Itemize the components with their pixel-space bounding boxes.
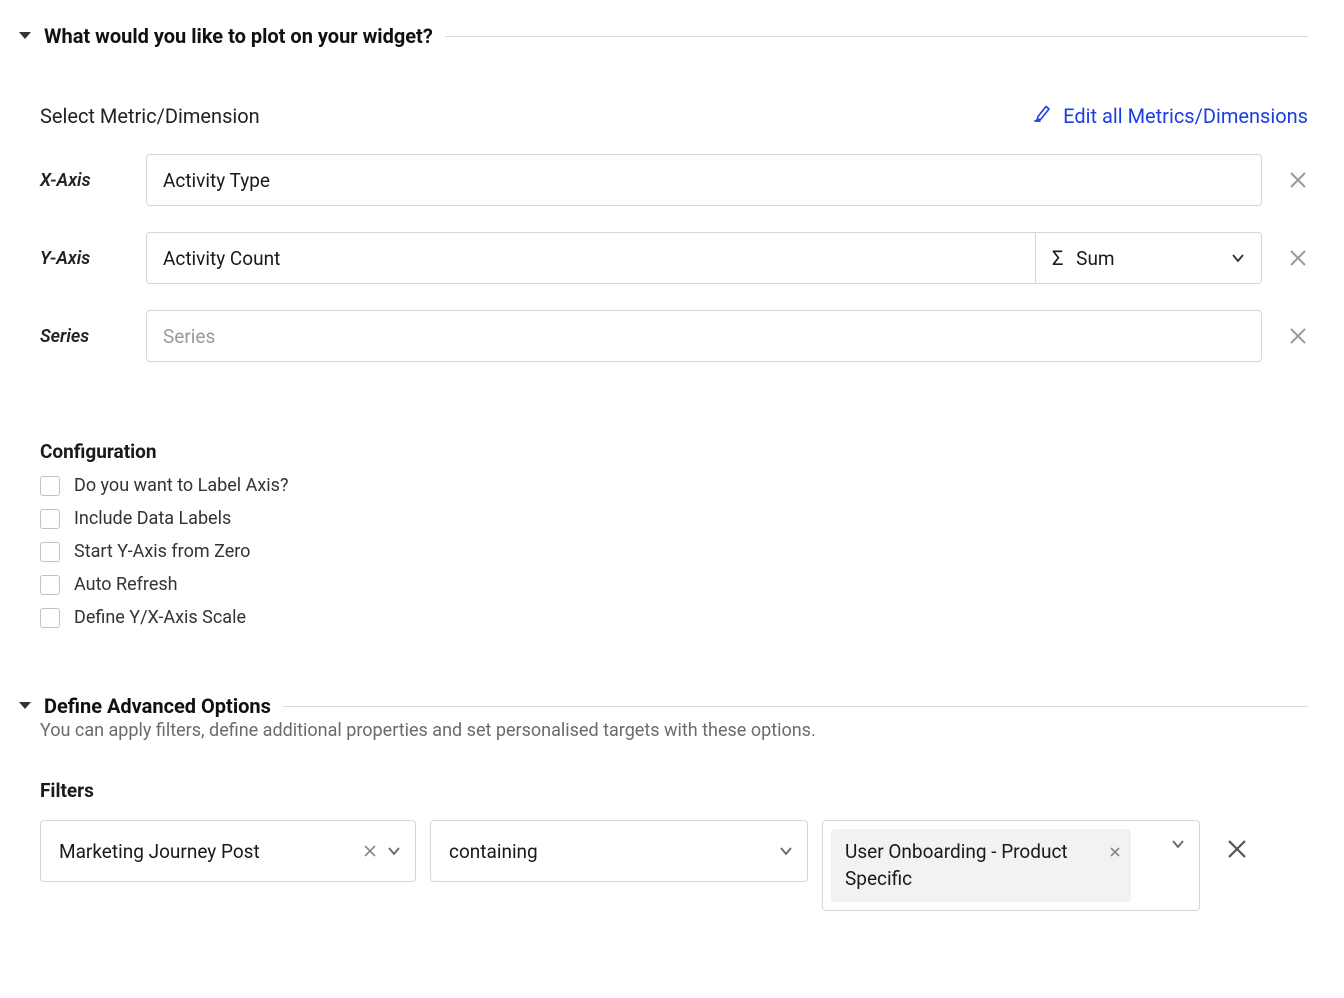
filter-value-text: User Onboarding - Product Specific [845, 840, 1068, 890]
config-item-label: Include Data Labels [74, 508, 231, 529]
filter-field-clear-icon[interactable] [363, 844, 377, 858]
y-axis-aggregation-value: Sum [1076, 247, 1114, 270]
filter-value-tag: User Onboarding - Product Specific [831, 829, 1131, 902]
edit-all-metrics-link[interactable]: Edit all Metrics/Dimensions [1033, 104, 1308, 128]
section-plot-header[interactable]: What would you like to plot on your widg… [18, 24, 1308, 48]
x-axis-label: X-Axis [40, 170, 146, 191]
filter-field-value: Marketing Journey Post [59, 840, 260, 863]
caret-down-icon [18, 701, 32, 711]
config-item-label: Do you want to Label Axis? [74, 475, 288, 496]
section-rule [445, 36, 1308, 37]
y-axis-remove-button[interactable] [1288, 248, 1308, 268]
config-item: Auto Refresh [40, 574, 1308, 595]
config-item-label: Auto Refresh [74, 574, 178, 595]
x-axis-input[interactable]: Activity Type [146, 154, 1262, 206]
chevron-down-icon [779, 846, 793, 856]
caret-down-icon [18, 31, 32, 41]
sigma-icon: Σ [1052, 246, 1063, 270]
config-item: Include Data Labels [40, 508, 1308, 529]
section-advanced-header[interactable]: Define Advanced Options [18, 694, 1308, 718]
edit-all-metrics-label: Edit all Metrics/Dimensions [1063, 104, 1308, 128]
config-item: Define Y/X-Axis Scale [40, 607, 1308, 628]
label-axis-checkbox[interactable] [40, 476, 60, 496]
y-axis-aggregation-select[interactable]: Σ Sum [1036, 232, 1262, 284]
section-rule [283, 706, 1308, 707]
filter-field-select[interactable]: Marketing Journey Post [40, 820, 416, 882]
series-label: Series [40, 326, 146, 347]
start-y-zero-checkbox[interactable] [40, 542, 60, 562]
select-metric-label: Select Metric/Dimension [40, 104, 260, 128]
section-advanced-title: Define Advanced Options [44, 694, 271, 718]
auto-refresh-checkbox[interactable] [40, 575, 60, 595]
pencil-icon [1033, 104, 1053, 128]
y-axis-label: Y-Axis [40, 248, 146, 269]
section-plot-title: What would you like to plot on your widg… [44, 24, 433, 48]
filter-operator-select[interactable]: containing [430, 820, 808, 882]
x-axis-value: Activity Type [163, 169, 270, 192]
config-item-label: Start Y-Axis from Zero [74, 541, 250, 562]
chevron-down-icon [387, 846, 401, 856]
series-placeholder: Series [163, 325, 215, 348]
chevron-down-icon [1171, 839, 1185, 849]
series-remove-button[interactable] [1288, 326, 1308, 346]
y-axis-value: Activity Count [163, 247, 280, 270]
config-item: Start Y-Axis from Zero [40, 541, 1308, 562]
config-item: Do you want to Label Axis? [40, 475, 1308, 496]
filter-value-select[interactable]: User Onboarding - Product Specific [822, 820, 1200, 911]
y-axis-input[interactable]: Activity Count [146, 232, 1036, 284]
x-axis-remove-button[interactable] [1288, 170, 1308, 190]
config-item-label: Define Y/X-Axis Scale [74, 607, 246, 628]
section-advanced-subtitle: You can apply filters, define additional… [40, 720, 1308, 741]
define-axis-scale-checkbox[interactable] [40, 608, 60, 628]
filter-value-remove-icon[interactable] [1109, 839, 1121, 866]
configuration-title: Configuration [40, 440, 1308, 463]
series-input[interactable]: Series [146, 310, 1262, 362]
filters-title: Filters [40, 779, 1308, 802]
include-data-labels-checkbox[interactable] [40, 509, 60, 529]
filter-row-remove-button[interactable] [1226, 838, 1248, 864]
chevron-down-icon [1231, 253, 1245, 263]
filter-operator-value: containing [449, 840, 538, 863]
